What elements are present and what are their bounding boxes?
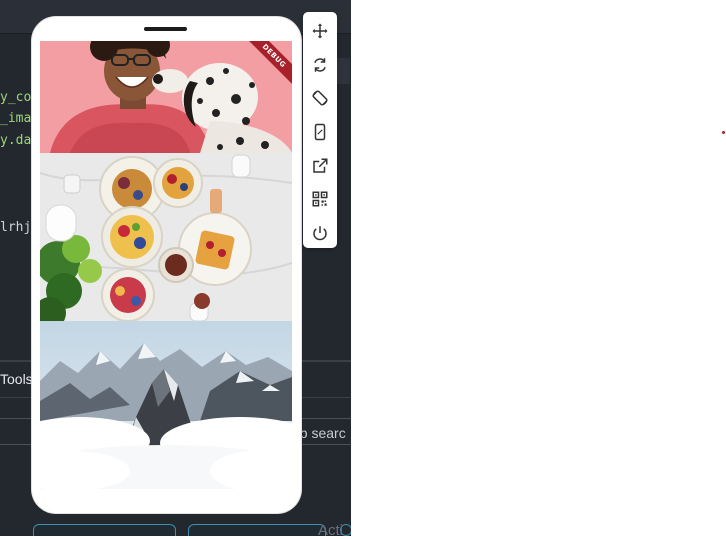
- phone-frame-icon: [314, 123, 326, 141]
- photo-breakfast-table[interactable]: [40, 153, 292, 321]
- refresh-icon: [314, 58, 326, 72]
- rotate-device-icon: [312, 90, 328, 106]
- breakpoint-dot: [722, 131, 725, 134]
- editor-scroll-marker[interactable]: [336, 58, 350, 84]
- power-button[interactable]: [308, 221, 332, 245]
- activity-label: Acti: [318, 522, 344, 539]
- device-screen[interactable]: DEBUG: [40, 41, 292, 489]
- qr-code-button[interactable]: [308, 187, 332, 211]
- photo-snowy-mountain-peaks[interactable]: [40, 321, 292, 489]
- refresh-button[interactable]: [308, 53, 332, 77]
- power-icon: [313, 226, 327, 241]
- device-speaker-notch: [144, 27, 187, 31]
- device-frame: DEBUG: [32, 17, 301, 513]
- tools-tab[interactable]: Tools: [0, 371, 33, 387]
- phone-frame-button[interactable]: [308, 120, 332, 144]
- open-external-button[interactable]: [308, 154, 332, 178]
- panel-button-secondary[interactable]: [188, 524, 326, 536]
- panel-button-primary[interactable]: [33, 524, 176, 536]
- move-button[interactable]: [308, 19, 332, 43]
- qr-code-icon: [312, 191, 328, 207]
- emulator-toolbar: [303, 12, 337, 248]
- move-icon: [312, 23, 328, 39]
- open-external-icon: [313, 158, 328, 173]
- rotate-device-button[interactable]: [308, 86, 332, 110]
- photo-woman-with-dalmatian[interactable]: DEBUG: [40, 41, 292, 153]
